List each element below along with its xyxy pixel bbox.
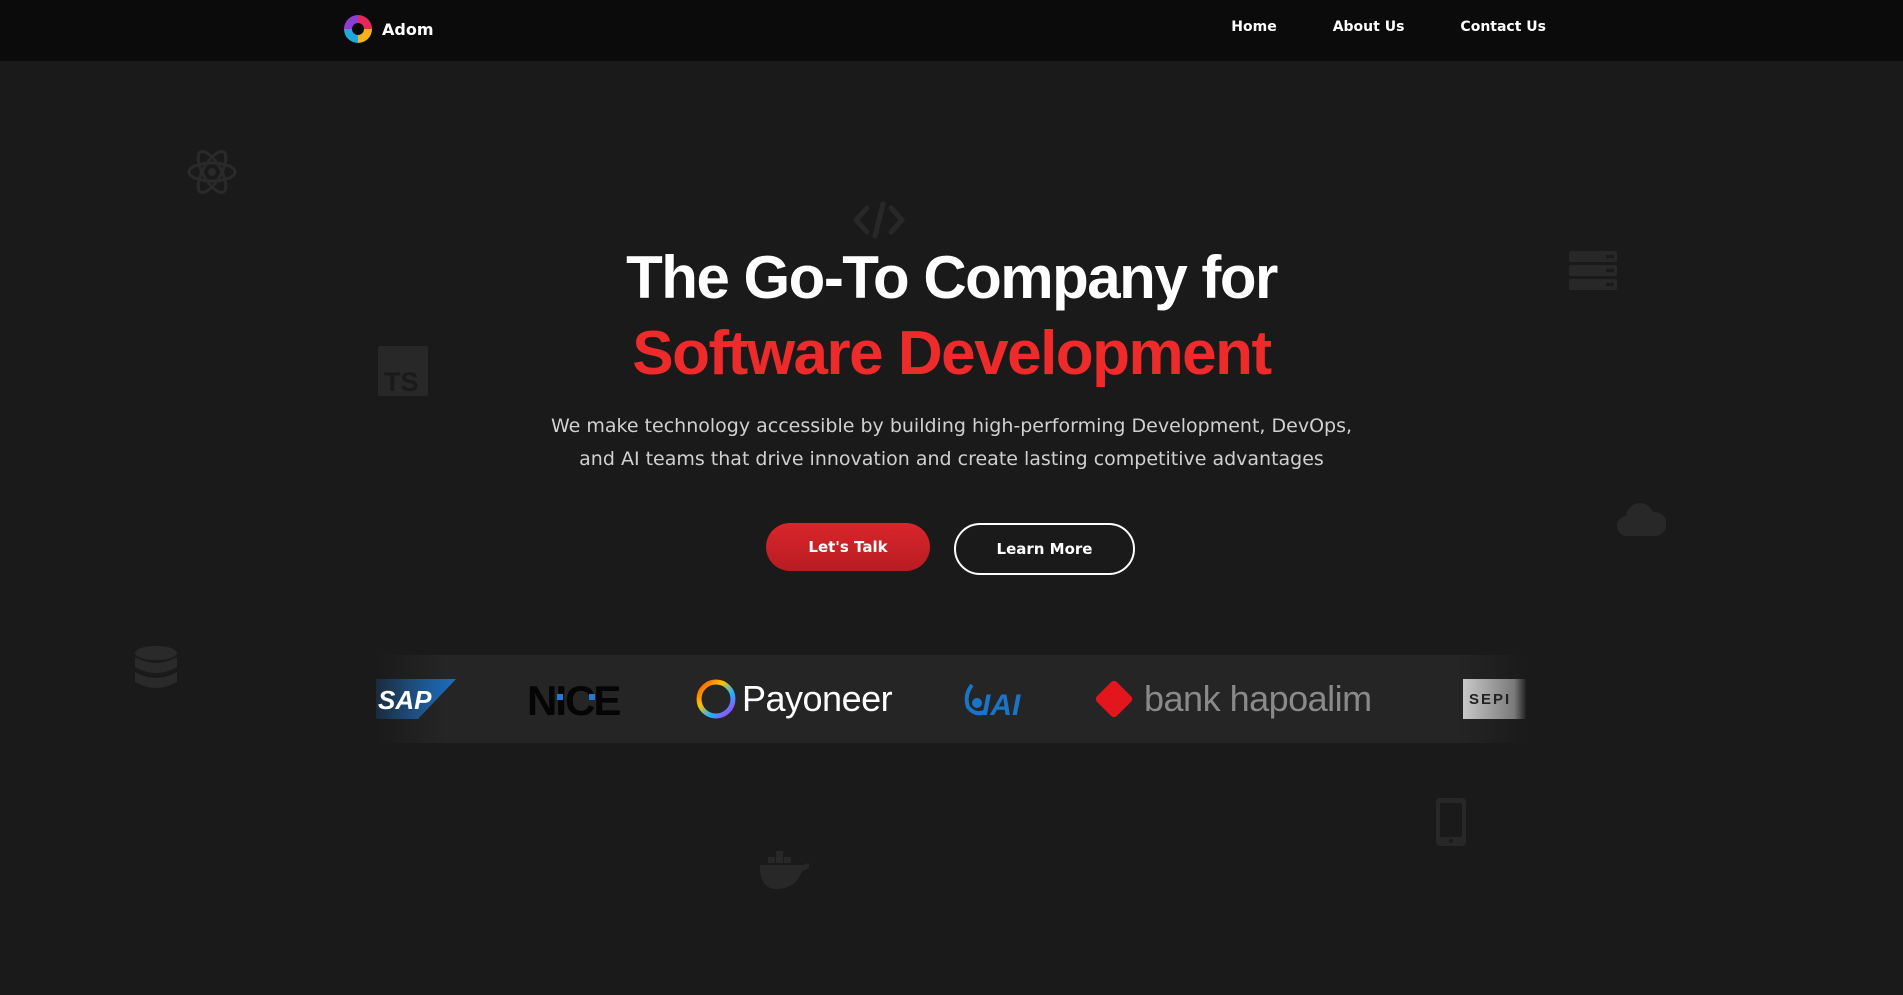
brand-name: Adom (382, 19, 434, 39)
lets-talk-button[interactable]: Let's Talk (766, 523, 930, 571)
nav-link-home[interactable]: Home (1231, 19, 1276, 35)
nav-link-about-us[interactable]: About Us (1333, 19, 1405, 35)
client-logo-strip: SAP NICE Payoneer IAI bank hapoalim SEPI (376, 655, 1526, 743)
react-icon (187, 150, 237, 194)
page: Adom Home About Us Contact Us TS The Go-… (0, 0, 1903, 995)
hero-subtitle-line2: and AI teams that drive innovation and c… (579, 448, 1324, 470)
hero-subtitle-line1: We make technology accessible by buildin… (550, 415, 1353, 437)
cloud-icon (1617, 503, 1666, 537)
bank-hapoalim-diamond-icon (1095, 680, 1133, 718)
sepi-logo: SEPI (1463, 655, 1526, 743)
payoneer-logo-text: Payoneer (742, 678, 893, 719)
iai-logo-text: IAI (982, 689, 1021, 721)
sap-logo-text: SAP (378, 685, 432, 715)
top-nav: Adom Home About Us Contact Us (0, 0, 1903, 61)
payoneer-logo: Payoneer (694, 655, 893, 743)
code-icon (853, 201, 905, 239)
iai-logo: IAI (962, 655, 1032, 743)
brand[interactable]: Adom (342, 13, 434, 45)
sap-logo: SAP (376, 655, 456, 743)
hero-title-line1: The Go-To Company for (626, 244, 1278, 311)
database-icon (135, 646, 177, 688)
learn-more-button[interactable]: Learn More (954, 523, 1135, 575)
bank-hapoalim-logo-text: bank hapoalim (1144, 678, 1372, 719)
sepi-logo-text: SEPI (1469, 690, 1512, 708)
bank-hapoalim-logo: bank hapoalim (1092, 655, 1372, 743)
brand-logo-icon (344, 15, 372, 43)
nav-links: Home About Us Contact Us (1231, 19, 1546, 35)
payoneer-ring-icon (696, 679, 736, 719)
nice-logo-text: NICE (527, 677, 620, 721)
mobile-icon (1436, 798, 1466, 846)
docker-icon (760, 851, 810, 889)
nice-logo: NICE (527, 655, 637, 743)
hero-title-line2: Software Development (632, 319, 1272, 388)
nav-link-contact-us[interactable]: Contact Us (1460, 19, 1546, 35)
